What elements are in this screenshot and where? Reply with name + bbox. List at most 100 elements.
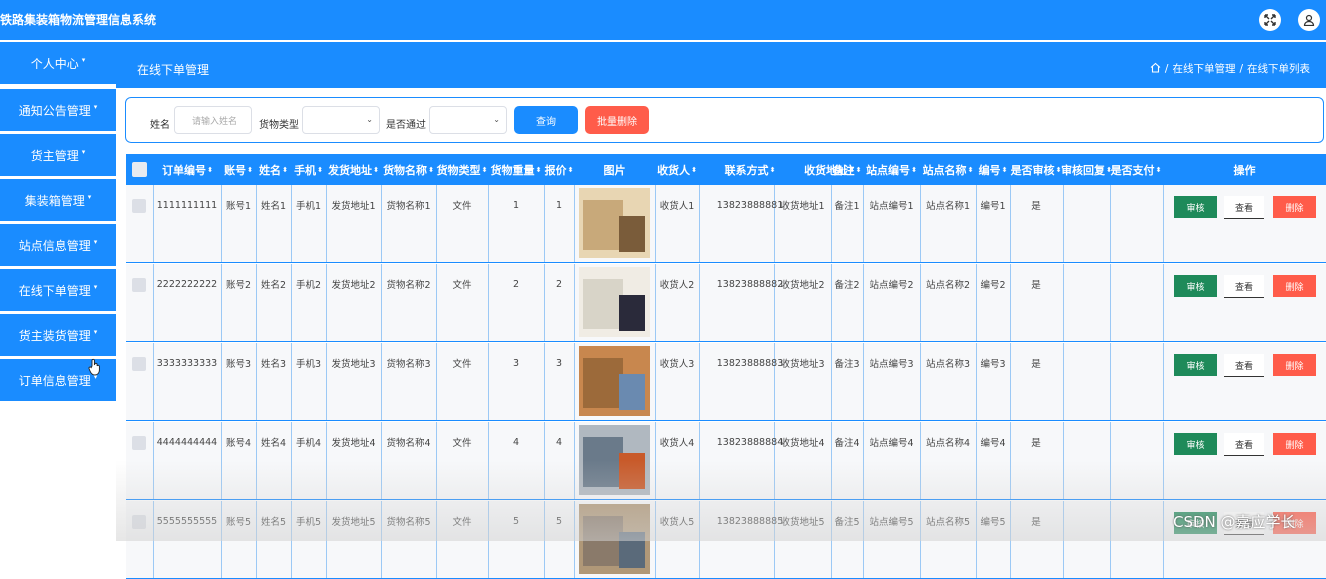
- column-header[interactable]: 站点名称 ⬍: [920, 154, 976, 185]
- column-divider: [574, 422, 575, 499]
- passed-select[interactable]: ⌄: [429, 106, 507, 134]
- view-button[interactable]: 查看: [1224, 196, 1264, 219]
- column-header[interactable]: 货物名称 ⬍: [381, 154, 436, 185]
- sidebar-item-station[interactable]: 站点信息管理 ▾: [0, 224, 116, 266]
- table-cell-account: 账号5: [225, 517, 252, 528]
- delete-button[interactable]: 删除: [1273, 275, 1316, 297]
- sort-icon[interactable]: ⬍: [1156, 166, 1162, 174]
- column-divider: [1163, 343, 1164, 420]
- column-header[interactable]: 货物类型 ⬍: [436, 154, 488, 185]
- goods-photo[interactable]: [579, 188, 650, 258]
- column-header[interactable]: 发货地址 ⬍: [326, 154, 381, 185]
- column-header: 操作: [1233, 163, 1256, 177]
- delete-button[interactable]: 删除: [1273, 354, 1316, 376]
- name-search-input[interactable]: 请输入姓名: [174, 106, 252, 134]
- table-cell-order-no: 3333333333: [156, 357, 218, 369]
- view-button[interactable]: 查看: [1224, 433, 1264, 456]
- bulk-delete-button[interactable]: 批量删除: [585, 106, 649, 134]
- table-cell-name: 姓名1: [260, 201, 287, 212]
- column-header[interactable]: 账号 ⬍: [221, 154, 256, 185]
- sort-icon[interactable]: ⬍: [968, 166, 974, 174]
- delete-button[interactable]: 删除: [1273, 433, 1316, 455]
- column-header[interactable]: 订单编号 ⬍: [153, 154, 222, 185]
- row-checkbox[interactable]: [132, 515, 146, 529]
- sidebar-item-owner[interactable]: 货主管理 ▾: [0, 134, 116, 176]
- sort-icon[interactable]: ⬍: [482, 166, 488, 174]
- sort-icon[interactable]: ⬍: [428, 166, 434, 174]
- hand-cursor-icon: [88, 358, 100, 376]
- table-cell-ship-addr: 发货地址4: [331, 438, 376, 449]
- column-header: 图片: [603, 163, 626, 177]
- column-header[interactable]: 联系方式 ⬍: [699, 154, 801, 185]
- column-header[interactable]: 审核回复 ⬍: [1061, 154, 1112, 185]
- sort-icon[interactable]: ⬍: [691, 166, 697, 174]
- view-button[interactable]: 查看: [1224, 275, 1264, 298]
- column-divider: [574, 343, 575, 420]
- sidebar-item-online-order[interactable]: 在线下单管理 ▾: [0, 269, 116, 311]
- breadcrumb-item[interactable]: 在线下单管理: [1172, 61, 1235, 76]
- sort-icon[interactable]: ⬍: [911, 166, 917, 174]
- row-checkbox[interactable]: [132, 199, 146, 213]
- sort-icon[interactable]: ⬍: [568, 166, 574, 174]
- column-header[interactable]: 手机 ⬍: [291, 154, 326, 185]
- table-cell-order-no: 2222222222: [156, 278, 218, 290]
- view-button[interactable]: 查看: [1224, 354, 1264, 377]
- delete-button[interactable]: 删除: [1273, 196, 1316, 218]
- select-all-checkbox[interactable]: [132, 162, 147, 177]
- row-checkbox[interactable]: [132, 357, 146, 371]
- row-checkbox[interactable]: [132, 278, 146, 292]
- column-header[interactable]: 编号 ⬍: [976, 154, 1010, 185]
- sidebar-item-container[interactable]: 集装箱管理 ▾: [0, 179, 116, 221]
- sort-icon[interactable]: ⬍: [247, 166, 253, 174]
- table-row: 3333333333 账号3 姓名3 手机3 发货地址3 货物名称3 文件 3 3 收货人3 138…: [126, 343, 1326, 421]
- column-header[interactable]: 报价 ⬍: [544, 154, 574, 185]
- table-cell-phone: 手机2: [295, 280, 322, 291]
- table-cell-name: 姓名5: [260, 517, 287, 528]
- sort-icon[interactable]: ⬍: [373, 166, 379, 174]
- goods-photo[interactable]: [579, 504, 650, 574]
- goods-photo[interactable]: [579, 267, 650, 337]
- column-header[interactable]: 货物重量 ⬍: [488, 154, 544, 185]
- goods-photo[interactable]: [579, 425, 650, 495]
- goods-photo[interactable]: [579, 346, 650, 416]
- table-cell-audited: 是: [1031, 517, 1041, 528]
- sort-icon[interactable]: ⬍: [282, 166, 288, 174]
- audit-button[interactable]: 审核: [1174, 354, 1217, 376]
- table-cell-goods-type: 文件: [452, 517, 472, 528]
- sort-icon[interactable]: ⬍: [536, 166, 542, 174]
- column-header[interactable]: 站点编号 ⬍: [863, 154, 920, 185]
- sidebar-item-personal-center[interactable]: 个人中心 ▾: [0, 42, 116, 84]
- column-header[interactable]: 收货人 ⬍: [655, 154, 699, 185]
- sidebar-item-notice[interactable]: 通知公告管理 ▾: [0, 89, 116, 131]
- table-cell-phone: 手机5: [295, 517, 322, 528]
- query-button[interactable]: 查询: [514, 106, 578, 134]
- table-cell-quote: 4: [555, 436, 563, 448]
- goods-type-select[interactable]: ⌄: [302, 106, 380, 134]
- sort-icon[interactable]: ⬍: [770, 166, 776, 174]
- home-icon[interactable]: [1150, 62, 1161, 76]
- fullscreen-icon[interactable]: [1259, 9, 1281, 31]
- audit-button[interactable]: 审核: [1174, 196, 1217, 218]
- column-header[interactable]: 是否审核 ⬍: [1010, 154, 1062, 185]
- table-cell-reply: [1063, 185, 1110, 225]
- row-checkbox[interactable]: [132, 436, 146, 450]
- table-cell-station-no: 站点编号5: [869, 517, 914, 528]
- audit-button[interactable]: 审核: [1174, 433, 1217, 455]
- user-icon[interactable]: [1298, 9, 1320, 31]
- column-header[interactable]: 是否支付 ⬍: [1110, 154, 1162, 185]
- table-cell-receiver: 收货人3: [659, 359, 695, 370]
- table-cell-account: 账号3: [225, 359, 252, 370]
- column-header[interactable]: 姓名 ⬍: [256, 154, 291, 185]
- column-header[interactable]: 备注 ⬍: [831, 154, 863, 185]
- sort-icon[interactable]: ⬍: [1002, 166, 1008, 174]
- sort-icon[interactable]: ⬍: [856, 166, 862, 174]
- sort-icon[interactable]: ⬍: [207, 166, 213, 174]
- table-cell-phone: 手机1: [295, 201, 322, 212]
- name-label: 姓名: [150, 120, 170, 131]
- column-divider: [574, 185, 575, 262]
- audit-button[interactable]: 审核: [1174, 275, 1217, 297]
- table-cell-paid: [1110, 264, 1162, 304]
- column-divider: [1163, 264, 1164, 341]
- sort-icon[interactable]: ⬍: [317, 166, 323, 174]
- sidebar-item-loading[interactable]: 货主装货管理 ▾: [0, 314, 116, 356]
